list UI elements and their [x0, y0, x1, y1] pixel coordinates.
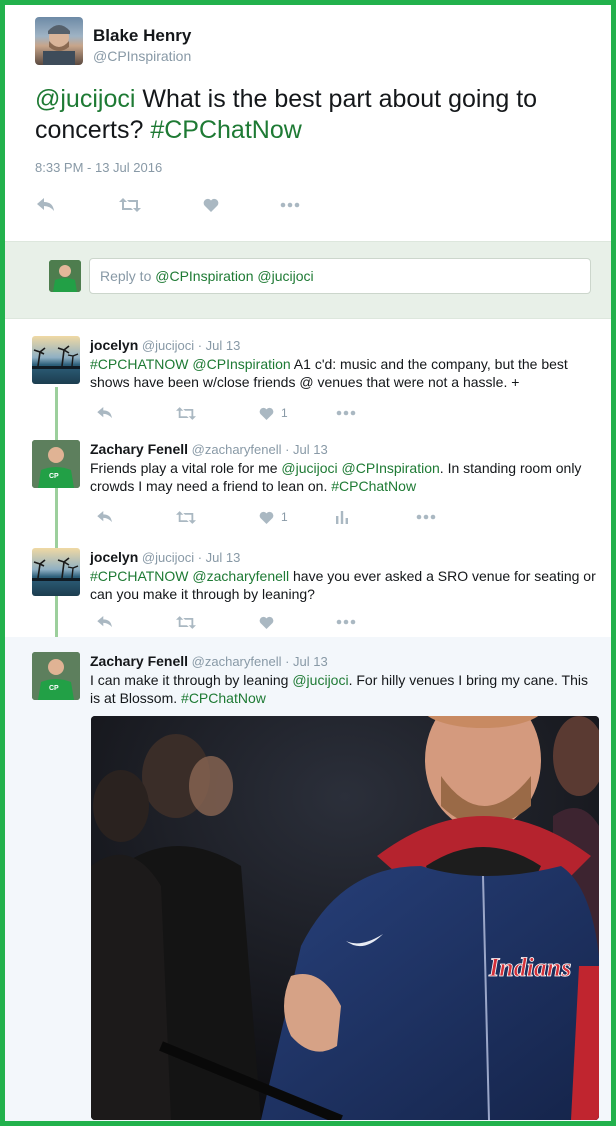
avatar[interactable]	[32, 548, 80, 596]
retweet-icon	[176, 510, 196, 524]
hashtag-link[interactable]: #CPCHATNOW	[90, 356, 189, 372]
retweet-icon	[119, 198, 141, 212]
avatar[interactable]: CP	[32, 652, 80, 700]
reply-text: #CPCHATNOW @CPInspiration A1 c'd: music …	[90, 356, 568, 390]
more-icon	[280, 202, 300, 208]
avatar[interactable]: CP	[32, 440, 80, 488]
like-button[interactable]	[203, 195, 219, 215]
reply-header: jocelyn @jucijoci · Jul 13	[90, 337, 240, 353]
retweet-icon	[176, 406, 196, 420]
hashtag-link[interactable]: #CPChatNow	[150, 116, 301, 144]
reply-tweet: CP Zachary Fenell @zacharyfenell · Jul 1…	[5, 425, 611, 533]
reply-button[interactable]	[97, 403, 113, 423]
mention-link[interactable]: @jucijoci	[281, 460, 337, 476]
tweet-text: @jucijoci What is the best part about go…	[35, 84, 595, 146]
author-name[interactable]: Blake Henry	[93, 26, 191, 46]
reply-input[interactable]: Reply to @CPInspiration @jucijoci	[89, 258, 591, 294]
tweet-actions	[37, 195, 337, 215]
svg-text:CP: CP	[49, 685, 59, 692]
like-icon	[203, 198, 219, 212]
hashtag-link[interactable]: #CPCHATNOW	[90, 568, 189, 584]
more-button[interactable]	[336, 612, 356, 632]
author-handle[interactable]: @jucijoci	[142, 550, 194, 565]
author-name[interactable]: Zachary Fenell	[90, 441, 188, 457]
more-icon	[416, 514, 436, 520]
retweet-button[interactable]	[119, 195, 141, 215]
reply-header: jocelyn @jucijoci · Jul 13	[90, 549, 240, 565]
author-handle[interactable]: @jucijoci	[142, 338, 194, 353]
reply-button[interactable]	[97, 507, 113, 527]
like-count: 1	[281, 510, 288, 524]
more-icon	[336, 619, 356, 625]
svg-text:CP: CP	[49, 473, 59, 480]
reply-header: Zachary Fenell @zacharyfenell · Jul 13	[90, 441, 328, 457]
reply-date[interactable]: · Jul 13	[285, 654, 328, 669]
mention-link[interactable]: @jucijoci	[35, 85, 135, 113]
like-icon	[259, 616, 274, 629]
reply-tweet: CP Zachary Fenell @zacharyfenell · Jul 1…	[5, 637, 611, 1121]
reply-tweet: jocelyn @jucijoci · Jul 13 #CPCHATNOW @z…	[5, 533, 611, 637]
main-tweet: Blake Henry @CPInspiration @jucijoci Wha…	[5, 5, 611, 241]
reply-text: #CPCHATNOW @zacharyfenell have you ever …	[90, 568, 596, 602]
more-button[interactable]	[416, 507, 436, 527]
like-icon	[259, 407, 274, 420]
mention-link[interactable]: @CPInspiration	[342, 460, 440, 476]
reply-date[interactable]: · Jul 13	[198, 550, 241, 565]
more-icon	[336, 410, 356, 416]
mention-link[interactable]: @CPInspiration	[192, 356, 290, 372]
analytics-button[interactable]	[335, 507, 349, 527]
reply-composer: Reply to @CPInspiration @jucijoci	[5, 241, 611, 319]
like-button[interactable]: 1	[259, 403, 288, 423]
photo-logo: Indians	[488, 953, 571, 982]
attached-photo[interactable]: Indians	[91, 716, 599, 1120]
retweet-button[interactable]	[176, 403, 196, 423]
more-button[interactable]	[336, 403, 356, 423]
like-button[interactable]: 1	[259, 507, 288, 527]
timestamp[interactable]: 8:33 PM - 13 Jul 2016	[35, 160, 162, 175]
author-handle[interactable]: @CPInspiration	[93, 48, 191, 64]
reply-button[interactable]	[97, 612, 113, 632]
reply-button[interactable]	[37, 195, 55, 215]
retweet-icon	[176, 615, 196, 629]
reply-actions: 1	[90, 403, 590, 423]
reply-prefix: Reply to	[100, 268, 156, 284]
mention-link[interactable]: @zacharyfenell	[192, 568, 289, 584]
reply-icon	[97, 616, 112, 628]
hashtag-link[interactable]: #CPChatNow	[181, 690, 266, 706]
reply-tweet: jocelyn @jucijoci · Jul 13 #CPCHATNOW @C…	[5, 321, 611, 425]
like-count: 1	[281, 406, 288, 420]
reply-date[interactable]: · Jul 13	[285, 442, 328, 457]
author-name[interactable]: jocelyn	[90, 549, 138, 565]
hashtag-link[interactable]: #CPChatNow	[331, 478, 416, 494]
avatar	[49, 260, 81, 292]
reply-icon	[37, 198, 54, 211]
reply-actions: 1	[90, 507, 590, 527]
reply-mentions: @CPInspiration @jucijoci	[155, 268, 314, 284]
avatar[interactable]	[32, 336, 80, 384]
author-handle[interactable]: @zacharyfenell	[192, 654, 282, 669]
like-icon	[259, 511, 274, 524]
avatar[interactable]	[35, 17, 83, 65]
author-name[interactable]: Zachary Fenell	[90, 653, 188, 669]
analytics-icon	[336, 510, 348, 524]
more-button[interactable]	[280, 195, 300, 215]
author-handle[interactable]: @zacharyfenell	[192, 442, 282, 457]
retweet-button[interactable]	[176, 612, 196, 632]
reply-text: Friends play a vital role for me @jucijo…	[90, 460, 582, 494]
reply-header: Zachary Fenell @zacharyfenell · Jul 13	[90, 653, 328, 669]
retweet-button[interactable]	[176, 507, 196, 527]
reply-actions	[90, 612, 590, 632]
like-button[interactable]	[259, 612, 274, 632]
reply-icon	[97, 407, 112, 419]
screenshot-frame: Blake Henry @CPInspiration @jucijoci Wha…	[0, 0, 616, 1126]
reply-date[interactable]: · Jul 13	[198, 338, 241, 353]
reply-icon	[97, 511, 112, 523]
author-name[interactable]: jocelyn	[90, 337, 138, 353]
reply-text: I can make it through by leaning @jucijo…	[90, 672, 588, 706]
mention-link[interactable]: @jucijoci	[292, 672, 348, 688]
